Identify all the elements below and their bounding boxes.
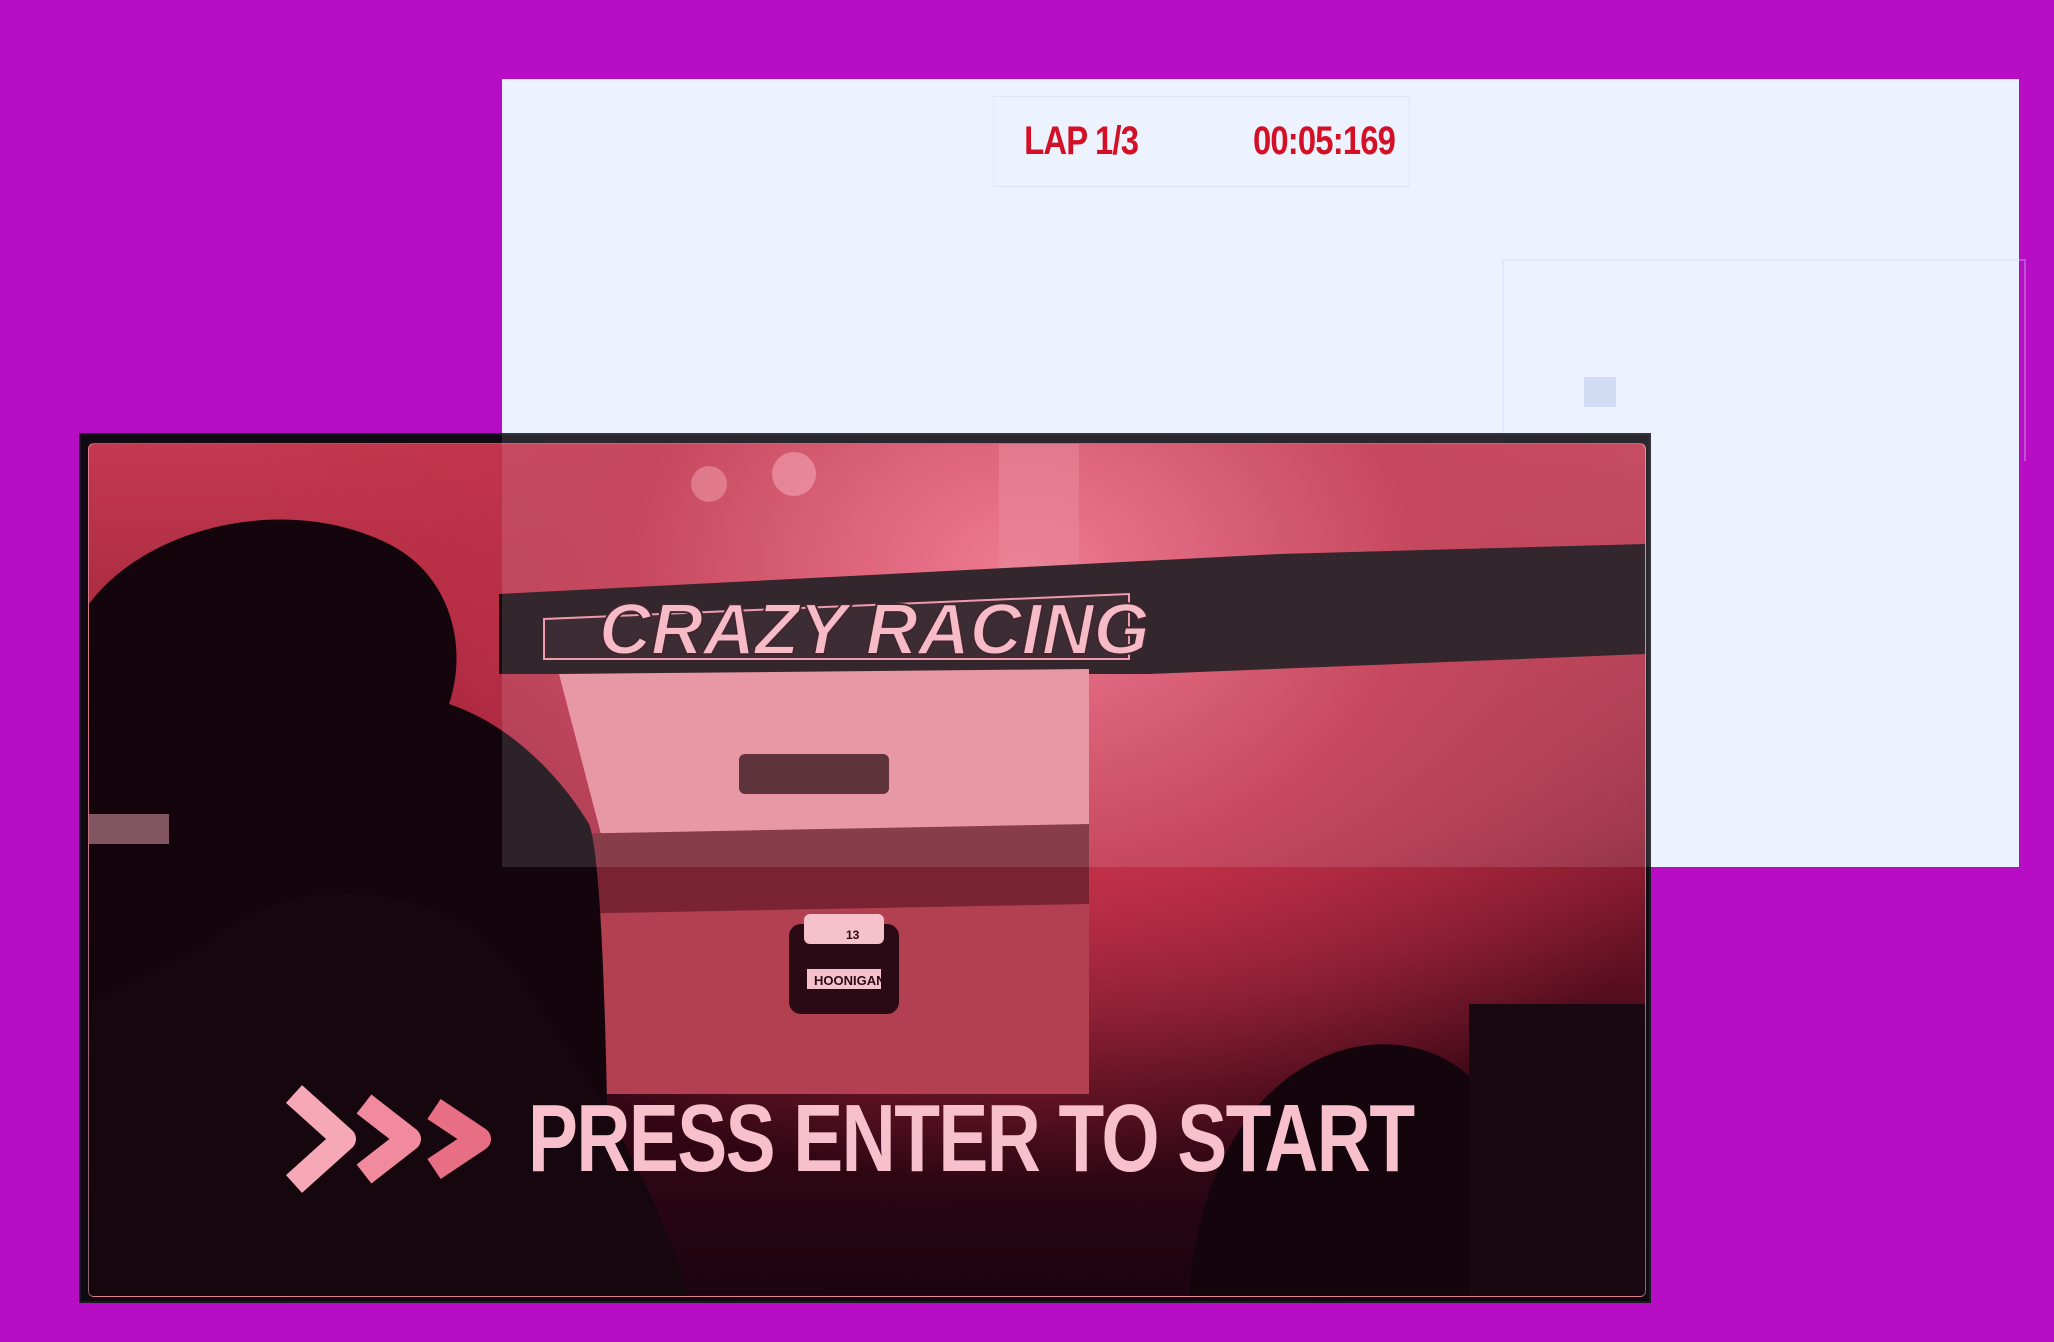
lap-counter: LAP 1/3 [1024, 119, 1139, 163]
arcade-logo-text: CRAZY RACING [599, 590, 1150, 670]
start-screen-image: CRAZY RACING HOONIGAN 13 PRESS ENTER TO … [88, 443, 1646, 1297]
press-enter-text: PRESS ENTER TO START [528, 1085, 1415, 1192]
race-hud: LAP 1/3 00:05:169 [993, 96, 1410, 187]
rally-car: HOONIGAN 13 [789, 914, 899, 1014]
player-car-placeholder [1584, 377, 1616, 407]
svg-text:HOONIGAN: HOONIGAN [814, 973, 886, 988]
race-timer: 00:05:169 [1252, 119, 1396, 163]
start-screen-overlay[interactable]: CRAZY RACING HOONIGAN 13 PRESS ENTER TO … [79, 433, 1651, 1303]
triple-chevron-right-icon [285, 1085, 491, 1193]
track-outline [1502, 259, 2026, 461]
svg-text:13: 13 [846, 928, 860, 942]
start-prompt[interactable]: PRESS ENTER TO START [284, 1084, 1645, 1194]
